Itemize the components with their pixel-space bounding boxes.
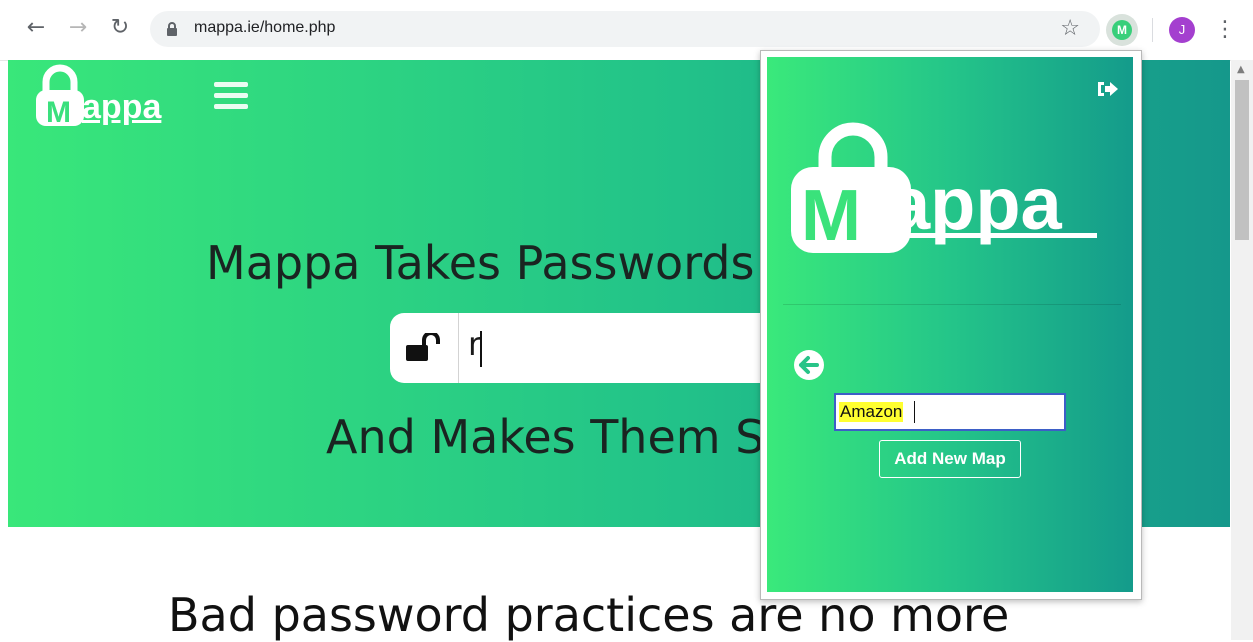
- url-text: mappa.ie/home.php: [194, 19, 336, 36]
- site-logo-letter: M: [46, 96, 71, 129]
- more-menu-icon[interactable]: ⋮: [1214, 15, 1236, 45]
- page-scrollbar[interactable]: ▲: [1231, 60, 1253, 640]
- extension-popup: M appa Amazon Add New Map: [760, 50, 1142, 600]
- forward-arrow-icon[interactable]: →: [66, 16, 90, 40]
- mappa-extension-icon: M: [1112, 20, 1132, 40]
- back-circle-arrow-icon[interactable]: [793, 349, 825, 381]
- hero-subheadline: And Makes Them S: [326, 410, 765, 464]
- lock-icon: [167, 22, 177, 36]
- map-name-value: Amazon: [839, 402, 904, 422]
- text-caret: [914, 401, 915, 423]
- reload-icon[interactable]: ↻: [108, 16, 132, 40]
- popup-logo-letter: M: [801, 176, 861, 256]
- back-arrow-icon[interactable]: ←: [24, 16, 48, 40]
- popup-divider: [783, 304, 1121, 305]
- map-name-input[interactable]: Amazon: [834, 393, 1066, 431]
- mappa-extension-button[interactable]: M: [1106, 14, 1138, 46]
- toolbar-divider: [1152, 18, 1153, 42]
- scrollbar-thumb[interactable]: [1235, 80, 1249, 240]
- password-field-divider: [458, 313, 459, 383]
- site-logo-text[interactable]: appa: [82, 88, 161, 127]
- popup-panel: M appa Amazon Add New Map: [767, 57, 1133, 592]
- text-caret: [480, 331, 482, 367]
- address-bar[interactable]: mappa.ie/home.php ☆: [150, 11, 1100, 47]
- popup-logo-text: appa: [889, 162, 1062, 245]
- bookmark-star-icon[interactable]: ☆: [1060, 16, 1080, 41]
- profile-avatar[interactable]: J: [1169, 17, 1195, 43]
- scroll-up-arrow-icon[interactable]: ▲: [1237, 64, 1245, 75]
- sign-out-icon[interactable]: [1096, 79, 1120, 99]
- unlocked-padlock-icon: [406, 333, 440, 361]
- add-new-map-button[interactable]: Add New Map: [879, 440, 1021, 478]
- hamburger-menu-icon[interactable]: [214, 82, 248, 109]
